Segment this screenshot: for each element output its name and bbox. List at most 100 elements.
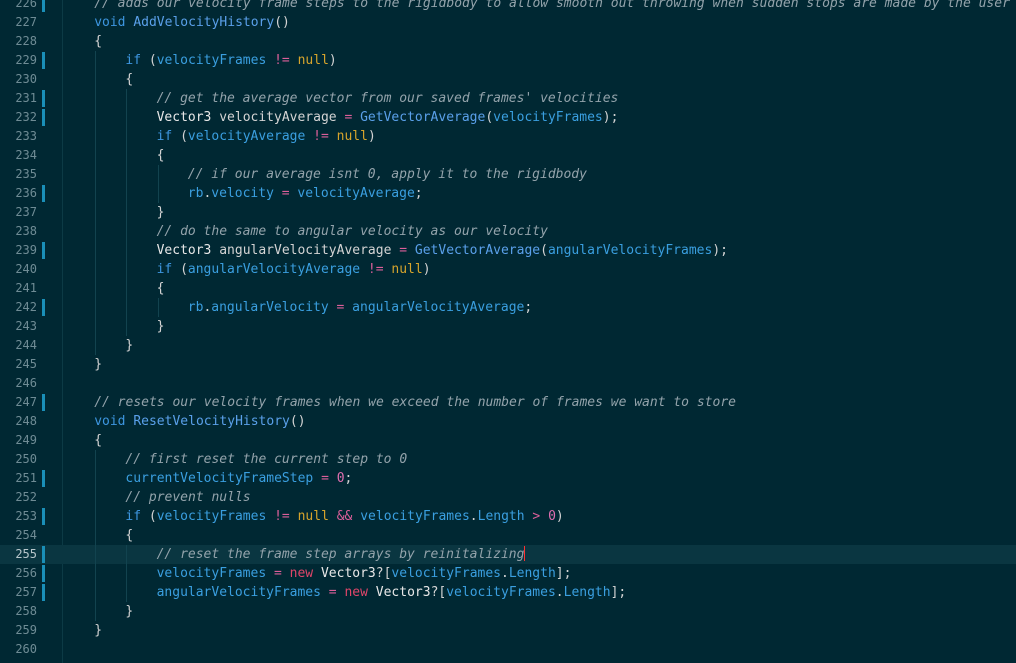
code-line[interactable]: 247 // resets our velocity frames when we… (0, 393, 1016, 412)
code-text[interactable]: void ResetVelocityHistory() (94, 412, 305, 431)
code-text[interactable]: void AddVelocityHistory() (94, 13, 290, 32)
code-text[interactable]: if (angularVelocityAverage != null) (157, 260, 431, 279)
code-text[interactable]: Vector3 angularVelocityAverage = GetVect… (157, 241, 728, 260)
code-line[interactable]: 244} (0, 336, 1016, 355)
punctuation (290, 53, 298, 68)
code-text[interactable]: { (157, 279, 165, 298)
code-line[interactable]: 232 Vector3 velocityAverage = GetVectorAv… (0, 108, 1016, 127)
code-line[interactable]: 240 if (angularVelocityAverage != null) (0, 260, 1016, 279)
code-line[interactable]: 260 (0, 640, 1016, 659)
change-marker (42, 52, 45, 69)
code-line[interactable]: 252 // prevent nulls (0, 488, 1016, 507)
code-text[interactable]: } (125, 602, 133, 621)
code-line[interactable]: 242 rb.angularVelocity = angularVelocityA… (0, 298, 1016, 317)
code-line[interactable]: 250 // first reset the current step to 0 (0, 450, 1016, 469)
code-text[interactable]: rb.angularVelocity = angularVelocityAver… (188, 298, 532, 317)
line-number: 248 (15, 414, 37, 428)
indent-guide (95, 298, 97, 317)
code-text[interactable]: if (velocityFrames != null) (125, 51, 336, 70)
code-line[interactable]: 226 // adds our velocity frame steps to t… (0, 0, 1016, 13)
code-text[interactable]: // if our average isnt 0, apply it to th… (188, 165, 587, 184)
code-text[interactable]: rb.velocity = velocityAverage; (188, 184, 423, 203)
code-line[interactable]: 229 if (velocityFrames != null) (0, 51, 1016, 70)
code-text[interactable]: // do the same to angular velocity as ou… (157, 222, 548, 241)
identifier: velocityFrames (391, 566, 501, 581)
code-line[interactable]: 248 void ResetVelocityHistory() (0, 412, 1016, 431)
indent-guide (126, 583, 128, 602)
punctuation: ?[ (375, 566, 392, 581)
code-text[interactable]: // reset the frame step arrays by reinit… (157, 545, 526, 564)
code-text[interactable]: Vector3 velocityAverage = GetVectorAvera… (157, 108, 619, 127)
code-text[interactable]: // get the average vector from our saved… (157, 89, 619, 108)
code-text[interactable]: } (94, 621, 102, 640)
indent-guide (95, 564, 97, 583)
code-line[interactable]: 235 // if our average isnt 0, apply it to… (0, 165, 1016, 184)
line-number: 258 (15, 604, 37, 618)
line-number: 233 (15, 129, 37, 143)
code-text[interactable]: // adds our velocity frame steps to the … (94, 0, 1010, 13)
function-name: AddVelocityHistory (133, 15, 275, 30)
code-line[interactable]: 258} (0, 602, 1016, 621)
punctuation (329, 509, 337, 524)
code-text[interactable]: { (94, 431, 102, 450)
code-text[interactable]: } (157, 317, 165, 336)
indent-guide (126, 317, 128, 336)
code-text[interactable]: currentVelocityFrameStep = 0; (125, 469, 352, 488)
code-text[interactable]: } (157, 203, 165, 222)
code-line[interactable]: 227 void AddVelocityHistory() (0, 13, 1016, 32)
code-line[interactable]: 249 { (0, 431, 1016, 450)
identifier: currentVelocityFrameStep (125, 471, 314, 486)
punctuation (540, 509, 548, 524)
code-text[interactable]: velocityFrames = new Vector3?[velocityFr… (157, 564, 572, 583)
code-text[interactable]: angularVelocityFrames = new Vector3?[vel… (157, 583, 627, 602)
code-line[interactable]: 254 { (0, 526, 1016, 545)
code-line[interactable]: 243} (0, 317, 1016, 336)
change-marker (42, 565, 45, 582)
code-line[interactable]: 231 // get the average vector from our sa… (0, 89, 1016, 108)
code-text[interactable]: } (94, 355, 102, 374)
new-keyword: new (289, 566, 314, 581)
code-text[interactable]: { (157, 146, 165, 165)
indent-guide (126, 260, 128, 279)
code-line[interactable]: 228 { (0, 32, 1016, 51)
keyword: if (125, 509, 142, 524)
punctuation: . (555, 585, 564, 600)
code-text[interactable]: { (125, 526, 133, 545)
code-editor[interactable]: 226 // adds our velocity frame steps to t… (0, 0, 1016, 663)
code-text[interactable]: } (125, 336, 133, 355)
change-marker (42, 508, 45, 525)
punctuation (313, 471, 321, 486)
code-line[interactable]: 236 rb.velocity = velocityAverage; (0, 184, 1016, 203)
code-line[interactable]: 234 { (0, 146, 1016, 165)
code-text[interactable]: if (velocityAverage != null) (157, 127, 376, 146)
code-line[interactable]: 251 currentVelocityFrameStep = 0; (0, 469, 1016, 488)
code-line[interactable]: 230 { (0, 70, 1016, 89)
line-number: 245 (15, 357, 37, 371)
punctuation: ; (344, 471, 353, 486)
code-line[interactable]: 246 (0, 374, 1016, 393)
code-line[interactable]: 256 velocityFrames = new Vector3?[velocit… (0, 564, 1016, 583)
code-line[interactable]: 255 // reset the frame step arrays by rei… (0, 545, 1016, 564)
code-line[interactable]: 245} (0, 355, 1016, 374)
code-line[interactable]: 239 Vector3 angularVelocityAverage = GetV… (0, 241, 1016, 260)
identifier: velocityFrames (156, 53, 267, 68)
code-line[interactable]: 233 if (velocityAverage != null) (0, 127, 1016, 146)
indent-guide (95, 317, 97, 336)
code-text[interactable]: { (94, 32, 102, 51)
code-text[interactable]: { (125, 70, 133, 89)
code-line[interactable]: 253 if (velocityFrames != null && velocit… (0, 507, 1016, 526)
code-line[interactable]: 241 { (0, 279, 1016, 298)
number-literal: 0 (548, 509, 556, 524)
indent-guide (126, 165, 128, 184)
code-line[interactable]: 237} (0, 203, 1016, 222)
code-text[interactable]: // prevent nulls (125, 488, 250, 507)
code-line[interactable]: 259} (0, 621, 1016, 640)
punctuation: () (289, 414, 306, 429)
indent-guide (95, 70, 97, 89)
line-number: 255 (15, 547, 37, 561)
code-line[interactable]: 238 // do the same to angular velocity as… (0, 222, 1016, 241)
code-text[interactable]: // first reset the current step to 0 (125, 450, 407, 469)
code-text[interactable]: if (velocityFrames != null && velocityFr… (125, 507, 563, 526)
code-text[interactable]: // resets our velocity frames when we ex… (94, 393, 736, 412)
code-line[interactable]: 257 angularVelocityFrames = new Vector3?[… (0, 583, 1016, 602)
